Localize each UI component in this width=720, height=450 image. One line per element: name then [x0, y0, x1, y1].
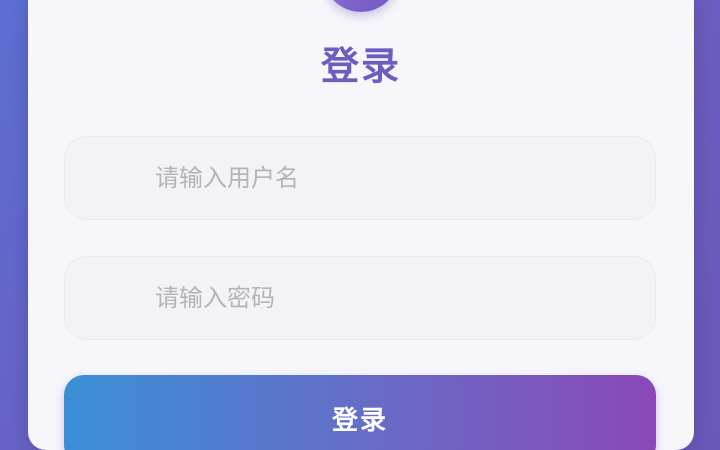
login-card: 登录 登录: [28, 0, 694, 450]
lock-icon: [99, 287, 123, 311]
password-field[interactable]: [64, 256, 656, 340]
page-title: 登录: [320, 44, 401, 88]
login-button[interactable]: 登录: [64, 375, 656, 450]
password-input[interactable]: [155, 257, 635, 339]
username-input[interactable]: [155, 137, 635, 219]
avatar-icon: [323, 0, 399, 12]
username-field[interactable]: [64, 136, 656, 220]
user-icon: [99, 167, 123, 191]
